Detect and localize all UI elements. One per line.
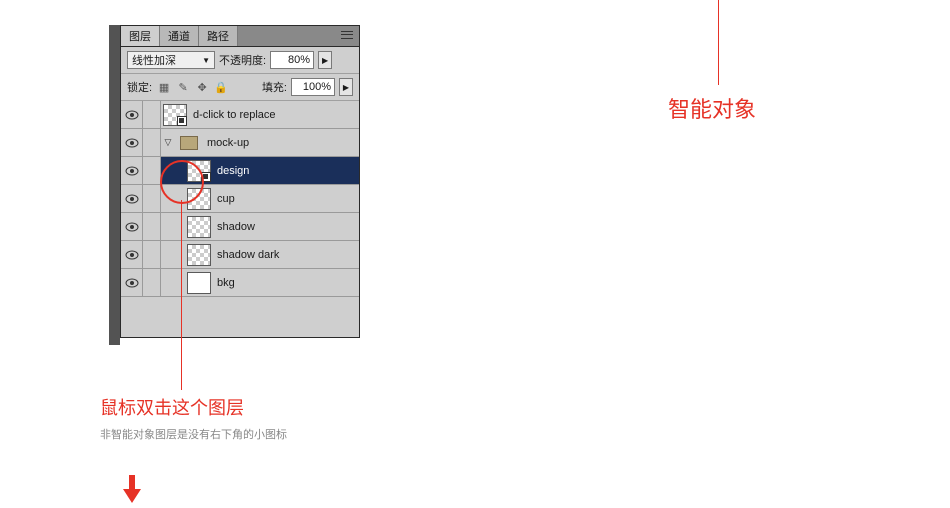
smart-object-badge-icon bbox=[201, 172, 211, 182]
blend-mode-value: 线性加深 bbox=[132, 52, 176, 68]
layer-thumbnail[interactable] bbox=[187, 244, 211, 266]
visibility-toggle[interactable] bbox=[121, 185, 143, 212]
layer-row[interactable]: shadow bbox=[121, 213, 359, 241]
panel-menu-icon[interactable] bbox=[339, 28, 355, 42]
link-col bbox=[143, 101, 161, 128]
visibility-toggle[interactable] bbox=[121, 213, 143, 240]
folder-expand-icon[interactable]: ▽ bbox=[161, 137, 175, 148]
annotation-line bbox=[181, 200, 182, 390]
annotation-right: 智能对象 bbox=[668, 92, 756, 124]
layer-name[interactable]: bkg bbox=[215, 277, 359, 289]
layer-row[interactable]: cup bbox=[121, 185, 359, 213]
eye-icon bbox=[125, 110, 139, 120]
layers-panel: 图层 通道 路径 线性加深 ▼ 不透明度: 80% ▶ 锁定: ▦ ✎ bbox=[120, 25, 360, 338]
lock-pixels-icon[interactable]: ✎ bbox=[175, 79, 191, 95]
layer-thumbnail[interactable] bbox=[187, 272, 211, 294]
panel-tabs: 图层 通道 路径 bbox=[121, 26, 359, 47]
layer-row[interactable]: shadow dark bbox=[121, 241, 359, 269]
lock-label: 锁定: bbox=[127, 79, 152, 95]
visibility-toggle[interactable] bbox=[121, 129, 143, 156]
layer-name[interactable]: design bbox=[215, 165, 359, 177]
link-col bbox=[143, 129, 161, 156]
opacity-flyout-icon[interactable]: ▶ bbox=[318, 51, 332, 69]
annotation-line bbox=[718, 0, 719, 85]
layer-thumbnail[interactable] bbox=[187, 188, 211, 210]
layer-row[interactable]: bkg bbox=[121, 269, 359, 297]
eye-icon bbox=[125, 278, 139, 288]
layer-name[interactable]: d-click to replace bbox=[191, 109, 359, 121]
link-col bbox=[143, 185, 161, 212]
annotation-left: 鼠标双击这个图层 非智能对象图层是没有右下角的小图标 bbox=[100, 394, 287, 442]
lock-icons: ▦ ✎ ✥ 🔒 bbox=[156, 79, 229, 95]
link-col bbox=[143, 241, 161, 268]
layer-thumbnail[interactable] bbox=[187, 160, 211, 182]
folder-thumbnail[interactable] bbox=[177, 132, 201, 154]
eye-icon bbox=[125, 194, 139, 204]
fill-input[interactable]: 100% bbox=[291, 78, 335, 96]
link-col bbox=[143, 269, 161, 296]
panel-dock-strip bbox=[109, 25, 120, 345]
tab-layers[interactable]: 图层 bbox=[121, 26, 160, 46]
fill-value: 100% bbox=[303, 81, 331, 93]
smart-object-badge-icon bbox=[177, 116, 187, 126]
opacity-input[interactable]: 80% bbox=[270, 51, 314, 69]
lock-all-icon[interactable]: 🔒 bbox=[213, 79, 229, 95]
lock-transparency-icon[interactable]: ▦ bbox=[156, 79, 172, 95]
layer-thumbnail[interactable] bbox=[163, 104, 187, 126]
lock-row: 锁定: ▦ ✎ ✥ 🔒 填充: 100% ▶ bbox=[121, 74, 359, 101]
blend-mode-select[interactable]: 线性加深 ▼ bbox=[127, 51, 215, 69]
chevron-down-icon: ▼ bbox=[202, 56, 210, 65]
eye-icon bbox=[125, 138, 139, 148]
visibility-toggle[interactable] bbox=[121, 157, 143, 184]
layer-row[interactable]: design bbox=[121, 157, 359, 185]
opacity-label: 不透明度: bbox=[219, 52, 266, 68]
eye-icon bbox=[125, 166, 139, 176]
eye-icon bbox=[125, 250, 139, 260]
link-col bbox=[143, 157, 161, 184]
opacity-value: 80% bbox=[288, 54, 310, 66]
visibility-toggle[interactable] bbox=[121, 269, 143, 296]
visibility-toggle[interactable] bbox=[121, 101, 143, 128]
layer-row[interactable]: d-click to replace bbox=[121, 101, 359, 129]
fill-flyout-icon[interactable]: ▶ bbox=[339, 78, 353, 96]
layer-name[interactable]: mock-up bbox=[205, 137, 359, 149]
layer-name[interactable]: shadow bbox=[215, 221, 359, 233]
link-col bbox=[143, 213, 161, 240]
eye-icon bbox=[125, 222, 139, 232]
layers-list: d-click to replace ▽ mock-up bbox=[121, 101, 359, 297]
arrow-down-icon bbox=[120, 475, 144, 503]
visibility-toggle[interactable] bbox=[121, 241, 143, 268]
layer-thumbnail[interactable] bbox=[187, 216, 211, 238]
tab-paths[interactable]: 路径 bbox=[199, 26, 238, 46]
layer-name[interactable]: shadow dark bbox=[215, 249, 359, 261]
annotation-left-title: 鼠标双击这个图层 bbox=[100, 394, 287, 420]
layer-row[interactable]: ▽ mock-up bbox=[121, 129, 359, 157]
layer-name[interactable]: cup bbox=[215, 193, 359, 205]
panel-body: 线性加深 ▼ 不透明度: 80% ▶ 锁定: ▦ ✎ ✥ 🔒 填充: 100% … bbox=[121, 47, 359, 337]
annotation-left-sub: 非智能对象图层是没有右下角的小图标 bbox=[100, 426, 287, 442]
fill-label: 填充: bbox=[262, 79, 287, 95]
blend-row: 线性加深 ▼ 不透明度: 80% ▶ bbox=[121, 47, 359, 74]
panel-empty-area bbox=[121, 297, 359, 337]
tab-filler bbox=[238, 26, 359, 46]
lock-position-icon[interactable]: ✥ bbox=[194, 79, 210, 95]
tab-channels[interactable]: 通道 bbox=[160, 26, 199, 46]
